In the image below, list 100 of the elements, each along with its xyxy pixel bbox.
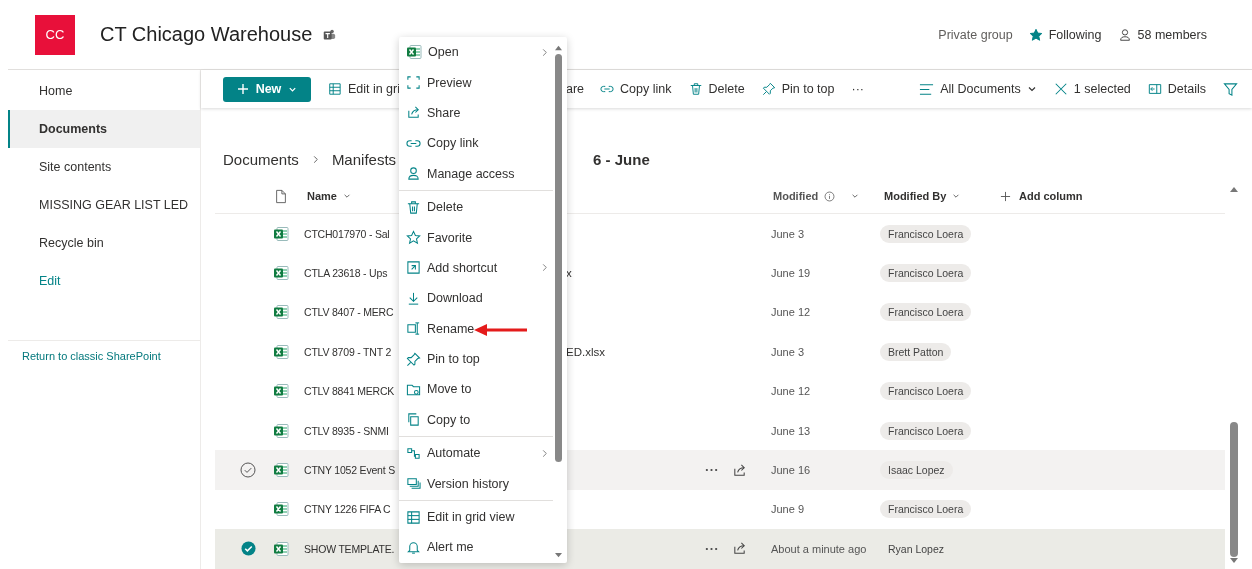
view-selector[interactable]: All Documents (919, 81, 1037, 97)
menu-item[interactable]: Rename (399, 313, 553, 344)
column-header[interactable]: Modified (765, 190, 876, 202)
share-icon[interactable] (732, 462, 747, 478)
menu-item[interactable]: Open (399, 37, 553, 68)
person-pill[interactable]: Francisco Loera (880, 500, 972, 519)
person-pill[interactable]: Francisco Loera (880, 421, 972, 440)
plus-icon (236, 83, 249, 95)
person-pill[interactable]: Brett Patton (880, 342, 952, 361)
modified-date: June 9 (770, 503, 806, 516)
file-name[interactable]: CTNY 1052 Event S (304, 464, 400, 477)
toolbar-button[interactable]: Edit in gri (328, 82, 400, 96)
trash-icon (688, 82, 703, 96)
teams-icon (322, 27, 337, 42)
scroll-up-icon[interactable] (1229, 185, 1239, 193)
file-name[interactable]: CTLA 23618 - Ups (304, 267, 400, 280)
nav-item[interactable]: MISSING GEAR LIST LED (8, 186, 200, 224)
file-name[interactable]: CTLV 8407 - MERC (304, 306, 400, 319)
site-logo[interactable]: CC (35, 14, 75, 55)
share-icon (406, 105, 421, 121)
menu-item[interactable]: Alert me (399, 532, 553, 563)
toolbar-button[interactable]: Copy link (600, 82, 672, 96)
file-name[interactable]: ED.xlsx (566, 345, 605, 358)
menu-item[interactable]: Version history (399, 468, 553, 499)
person-icon (406, 166, 421, 182)
menu-item[interactable]: Favorite (399, 222, 553, 253)
pin-icon (406, 351, 421, 367)
menu-item[interactable]: Manage access (399, 158, 553, 189)
file-name[interactable]: SHOW TEMPLATE. (304, 542, 400, 555)
checked-circle-icon[interactable] (241, 541, 256, 557)
scroll-up-icon[interactable] (553, 44, 563, 51)
site-title[interactable]: CT Chicago Warehouse (100, 23, 313, 46)
clear-selection-button[interactable]: 1 selected (1053, 82, 1131, 96)
filter-button[interactable] (1223, 81, 1238, 97)
details-button[interactable]: Details (1147, 82, 1206, 96)
menu-item[interactable]: Automate (399, 438, 553, 469)
toolbar-button[interactable]: Delete (688, 82, 745, 96)
menu-item[interactable]: Delete (399, 191, 553, 223)
more-icon[interactable] (705, 468, 718, 473)
chevron-down-icon (1026, 84, 1037, 94)
menu-item[interactable]: Copy to (399, 404, 553, 436)
modified-date: June 16 (770, 464, 812, 477)
menu-item[interactable]: Edit in grid view (399, 501, 553, 533)
menu-item[interactable]: Copy link (399, 128, 553, 159)
menu-item[interactable]: Move to (399, 374, 553, 405)
new-button[interactable]: New (223, 76, 311, 102)
chevron-down-icon (342, 192, 351, 200)
pin-icon (761, 82, 776, 96)
more-button[interactable]: ··· (851, 82, 864, 96)
breadcrumb-current: 6 - June (593, 150, 650, 168)
download-icon (406, 290, 421, 306)
file-name[interactable]: CTLV 8841 MERCK (304, 385, 400, 398)
person-pill[interactable]: Francisco Loera (880, 303, 972, 322)
chevron-right-icon (540, 448, 549, 458)
column-header[interactable]: Modified By (876, 190, 991, 202)
breadcrumb-link[interactable]: Documents (223, 150, 299, 168)
share-icon[interactable] (732, 541, 747, 557)
file-name[interactable]: CTLV 8709 - TNT 2 (304, 345, 400, 358)
menu-item[interactable]: Add shortcut (399, 252, 553, 284)
nav-item[interactable]: Site contents (8, 148, 200, 186)
scroll-down-icon[interactable] (553, 552, 563, 559)
person-pill[interactable]: Francisco Loera (880, 224, 972, 243)
modified-date: About a minute ago (770, 542, 868, 555)
toolbar-button[interactable]: are (566, 82, 585, 96)
menu-item[interactable]: Share (399, 97, 553, 129)
members-button[interactable]: 58 members (1117, 27, 1207, 42)
person-pill[interactable]: Francisco Loera (880, 382, 972, 401)
menu-item[interactable]: Pin to top (399, 343, 553, 375)
menu-item[interactable]: Preview (399, 67, 553, 98)
edit-link[interactable]: Edit (8, 262, 200, 300)
plus-icon (1000, 190, 1011, 202)
copy-icon (406, 412, 421, 428)
classic-link[interactable]: Return to classic SharePoint (22, 350, 161, 362)
person-pill[interactable]: Francisco Loera (880, 264, 972, 283)
chevron-down-icon (851, 192, 860, 200)
nav-item[interactable]: Home (8, 72, 200, 110)
nav-item[interactable]: Documents (8, 110, 200, 148)
toolbar-button[interactable]: Pin to top (761, 82, 835, 96)
file-name[interactable]: CTCH017970 - Sal (304, 227, 400, 240)
modified-date: June 12 (770, 385, 812, 398)
chevron-right-icon (540, 47, 549, 57)
column-header[interactable]: Name (300, 190, 400, 202)
more-icon[interactable] (705, 546, 718, 551)
file-name[interactable]: CTNY 1226 FIFA C (304, 503, 400, 516)
shortcut-icon (406, 260, 421, 276)
check-circle-icon[interactable] (240, 462, 256, 479)
excel-file-icon (406, 44, 422, 61)
modified-date: June 12 (770, 306, 812, 319)
excel-file-icon (273, 383, 289, 400)
modified-date: June 3 (770, 227, 806, 240)
file-name[interactable]: CTLV 8935 - SNMI (304, 424, 400, 437)
breadcrumb-link[interactable]: Manifests (331, 150, 397, 168)
scrollbar-thumb[interactable] (554, 54, 562, 462)
scrollbar-thumb[interactable] (1230, 422, 1238, 557)
follow-button[interactable]: Following (1028, 27, 1102, 42)
menu-item[interactable]: Download (399, 283, 553, 314)
person-pill[interactable]: Isaac Lopez (880, 461, 953, 480)
add-column-button[interactable]: Add column (991, 190, 1083, 202)
nav-item[interactable]: Recycle bin (8, 224, 200, 262)
grid-icon (328, 82, 342, 96)
